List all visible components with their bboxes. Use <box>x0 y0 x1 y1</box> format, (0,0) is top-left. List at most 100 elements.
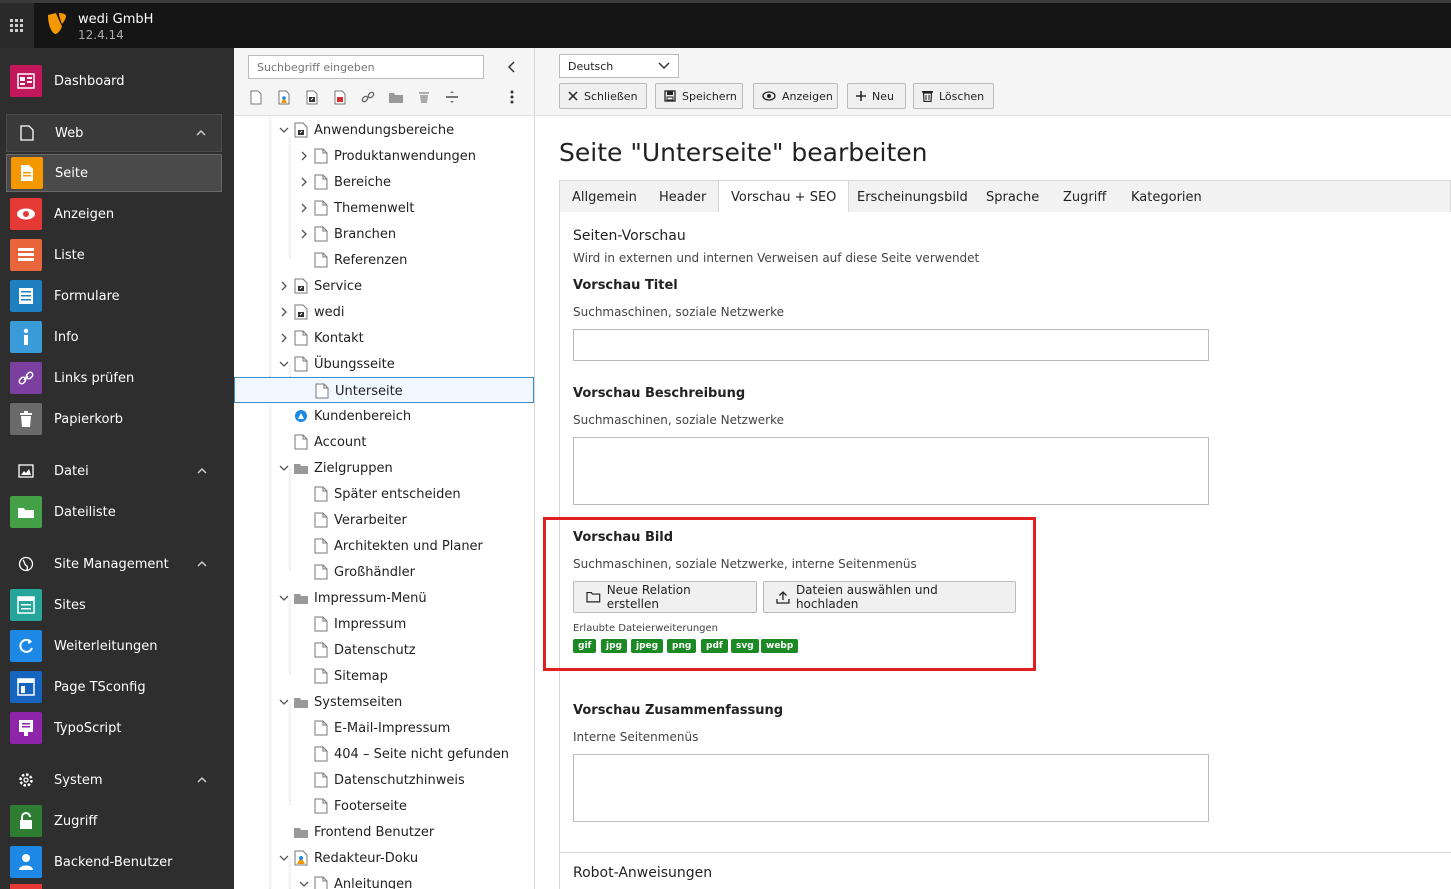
tree-node[interactable]: Datenschutzhinweis <box>234 767 534 793</box>
og-image-label: Vorschau Bild <box>573 530 674 545</box>
chevron-right-icon[interactable] <box>279 307 289 317</box>
upload-files-button[interactable]: Dateien auswählen und hochladen <box>763 581 1016 613</box>
module-papierkorb[interactable]: Papierkorb <box>6 400 222 438</box>
module-links-pruefen[interactable]: Links prüfen <box>6 359 222 397</box>
module-backend-benutzer[interactable]: Backend-Benutzer <box>6 843 222 881</box>
chevron-right-icon[interactable] <box>299 229 309 239</box>
new-recycler-tool[interactable] <box>416 88 432 106</box>
chevron-down-icon[interactable] <box>279 125 289 135</box>
module-liste[interactable]: Liste <box>6 236 222 274</box>
new-external-link-tool[interactable] <box>332 88 348 106</box>
tab-kategorien[interactable]: Kategorien <box>1119 181 1214 213</box>
module-typoscript[interactable]: TypoScript <box>6 709 222 747</box>
new-folder-tool[interactable] <box>388 88 404 106</box>
language-select[interactable]: Deutsch <box>559 54 679 78</box>
tree-node[interactable]: Sitemap <box>234 663 534 689</box>
tree-node[interactable]: Footerseite <box>234 793 534 819</box>
module-label: Formulare <box>54 288 120 304</box>
delete-button[interactable]: Löschen <box>913 83 994 109</box>
module-group-system[interactable]: System <box>6 761 222 799</box>
chevron-right-icon[interactable] <box>299 151 309 161</box>
module-zugriff[interactable]: Zugriff <box>6 802 222 840</box>
tree-more-menu[interactable] <box>504 88 520 106</box>
new-button[interactable]: Neu <box>847 83 906 109</box>
app-switcher-button[interactable] <box>0 3 34 48</box>
new-backend-section-tool[interactable] <box>276 88 292 106</box>
tree-node[interactable]: Systemseiten <box>234 689 534 715</box>
typoscript-icon <box>10 712 42 744</box>
tree-node[interactable]: Account <box>234 429 534 455</box>
chevron-right-icon[interactable] <box>279 281 289 291</box>
tree-node[interactable]: Referenzen <box>234 247 534 273</box>
tab-erscheinungsbild[interactable]: Erscheinungsbild <box>845 181 980 213</box>
view-button[interactable]: Anzeigen <box>753 83 838 109</box>
tab-vorschau-seo[interactable]: Vorschau + SEO <box>718 180 850 213</box>
module-info[interactable]: Info <box>6 318 222 356</box>
tree-node-label: Account <box>314 435 367 450</box>
module-weiterleitungen[interactable]: Weiterleitungen <box>6 627 222 665</box>
new-divider-tool[interactable] <box>444 88 460 106</box>
tree-node[interactable]: Branchen <box>234 221 534 247</box>
tree-node[interactable]: Themenwelt <box>234 195 534 221</box>
tree-node[interactable]: Impressum <box>234 611 534 637</box>
tab-header[interactable]: Header <box>647 181 718 213</box>
module-seite[interactable]: Seite <box>6 154 222 192</box>
module-group-datei[interactable]: Datei <box>6 452 222 490</box>
chevron-down-icon[interactable] <box>279 853 289 863</box>
tree-node[interactable]: Verarbeiter <box>234 507 534 533</box>
module-group-web[interactable]: Web <box>6 114 222 152</box>
module-page-tsconfig[interactable]: Page TSconfig <box>6 668 222 706</box>
tree-node[interactable]: Übungsseite <box>234 351 534 377</box>
page-tree-search-input[interactable] <box>248 55 484 79</box>
new-page-tool[interactable] <box>248 88 264 106</box>
new-shortcut-tool[interactable] <box>304 88 320 106</box>
tree-node[interactable]: Architekten und Planer <box>234 533 534 559</box>
module-dateiliste[interactable]: Dateiliste <box>6 493 222 531</box>
chevron-right-icon[interactable] <box>279 333 289 343</box>
new-relation-button[interactable]: Neue Relation erstellen <box>573 581 757 613</box>
module-group-site-management[interactable]: Site Management <box>6 545 222 583</box>
tree-node[interactable]: Zielgruppen <box>234 455 534 481</box>
collapse-tree-button[interactable] <box>502 57 522 77</box>
tree-node[interactable]: Frontend Benutzer <box>234 819 534 845</box>
chevron-down-icon[interactable] <box>279 697 289 707</box>
chevron-up-icon <box>197 560 207 567</box>
tree-node[interactable]: Redakteur-Doku <box>234 845 534 871</box>
save-button[interactable]: Speichern <box>655 83 743 109</box>
tree-node[interactable]: Impressum-Menü <box>234 585 534 611</box>
module-formulare[interactable]: Formulare <box>6 277 222 315</box>
tree-node[interactable]: Großhändler <box>234 559 534 585</box>
tree-node[interactable]: Später entscheiden <box>234 481 534 507</box>
tree-node[interactable]: Kontakt <box>234 325 534 351</box>
chevron-down-icon[interactable] <box>279 463 289 473</box>
tree-node[interactable]: E-Mail-Impressum <box>234 715 534 741</box>
tree-node-selected[interactable]: Unterseite <box>234 377 534 403</box>
new-link-tool[interactable] <box>360 88 376 106</box>
typo3-logo[interactable] <box>46 12 68 36</box>
tree-node[interactable]: 404 – Seite nicht gefunden <box>234 741 534 767</box>
og-description-textarea[interactable] <box>573 437 1209 505</box>
tree-node[interactable]: Anwendungsbereiche <box>234 117 534 143</box>
tree-node[interactable]: Produktanwendungen <box>234 143 534 169</box>
og-abstract-textarea[interactable] <box>573 754 1209 822</box>
tree-node[interactable]: Anleitungen <box>234 871 534 889</box>
tab-allgemein[interactable]: Allgemein <box>560 181 649 213</box>
tree-node[interactable]: wedi <box>234 299 534 325</box>
chevron-down-icon[interactable] <box>299 879 309 889</box>
module-dashboard[interactable]: Dashboard <box>6 62 222 100</box>
tree-node[interactable]: Bereiche <box>234 169 534 195</box>
module-anzeigen[interactable]: Anzeigen <box>6 195 222 233</box>
module-sites[interactable]: Sites <box>6 586 222 624</box>
close-button[interactable]: Schließen <box>559 83 647 109</box>
og-title-input[interactable] <box>573 329 1209 361</box>
chevron-right-icon[interactable] <box>299 177 309 187</box>
chevron-down-icon[interactable] <box>279 359 289 369</box>
tab-zugriff[interactable]: Zugriff <box>1051 181 1118 213</box>
chevron-down-icon[interactable] <box>279 593 289 603</box>
tab-sprache[interactable]: Sprache <box>974 181 1051 213</box>
tree-node[interactable]: Kundenbereich <box>234 403 534 429</box>
chevron-right-icon[interactable] <box>299 203 309 213</box>
tree-node[interactable]: Datenschutz <box>234 637 534 663</box>
module-group-label: Datei <box>54 463 89 479</box>
tree-node[interactable]: Service <box>234 273 534 299</box>
